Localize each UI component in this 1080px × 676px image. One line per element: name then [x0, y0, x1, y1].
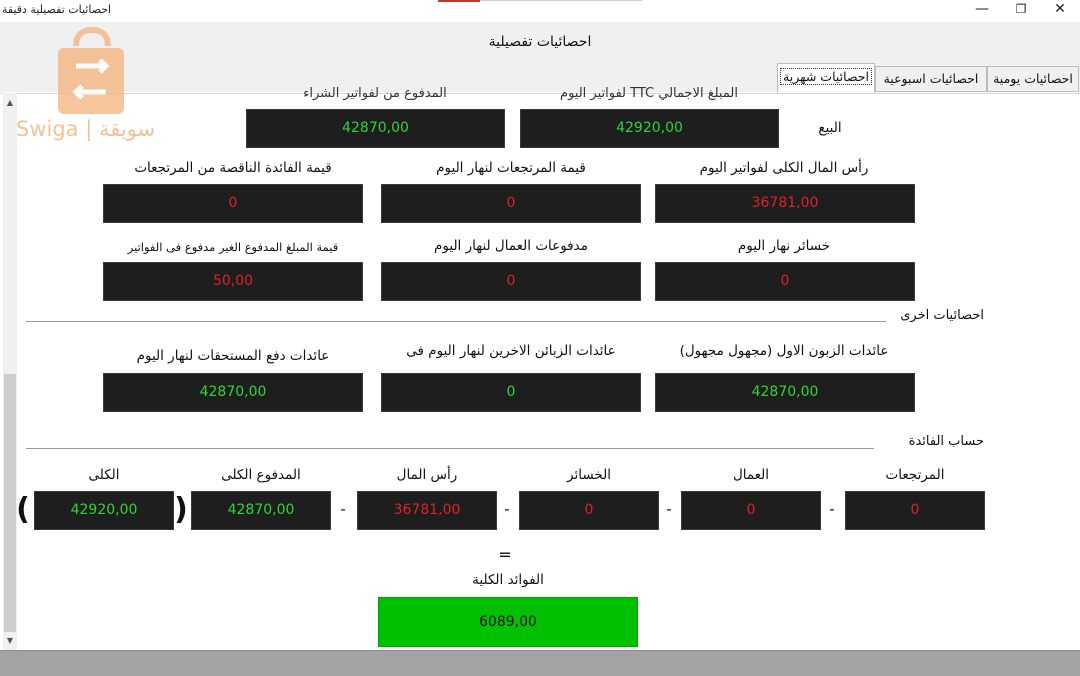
net-profit-label: الفوائد الكلية — [472, 572, 544, 588]
first-customer-value: 42870,00 — [655, 373, 915, 412]
tab-monthly-label: احصائيات شهرية — [780, 68, 872, 85]
purchase-paid-label: المدفوع من لفواتير الشراء — [303, 86, 447, 101]
calc-total-value: 42920,00 — [34, 491, 174, 530]
open-paren: ( — [16, 492, 30, 527]
scrollbar-thumb[interactable] — [4, 374, 16, 632]
returns-label: قيمة المرتجعات لنهار اليوم — [436, 160, 586, 176]
title-bar: احصائيات تفصيلية دقيقة — ❐ ✕ — [0, 0, 1080, 22]
other-stats-title: احصائيات اخرى — [900, 308, 984, 323]
total-ttc-value: 42920,00 — [520, 109, 779, 148]
calc-total-label: الكلى — [88, 467, 120, 483]
status-bar — [0, 650, 1080, 676]
purchase-paid-value: 42870,00 — [246, 109, 505, 148]
net-profit-value: 6089,00 — [378, 597, 638, 647]
workers-value: 0 — [381, 262, 641, 301]
scroll-up-icon[interactable]: ▲ — [3, 96, 17, 110]
close-button[interactable]: ✕ — [1042, 0, 1078, 20]
tab-monthly[interactable]: احصائيات شهرية — [777, 63, 875, 93]
watermark-text: Swiga | سويقة — [16, 117, 156, 141]
minus-sign: - — [829, 500, 835, 518]
total-ttc-label: المبلغ الاجمالي TTC لفواتير اليوم — [560, 86, 738, 101]
minus-sign: - — [504, 500, 510, 518]
accent-strip — [438, 0, 480, 2]
returns-profit-label: قيمة الفائدة الناقصة من المرتجعات — [134, 160, 332, 176]
scroll-down-icon[interactable]: ▼ — [3, 634, 17, 648]
sales-label: البيع — [818, 120, 842, 136]
calc-workers-value: 0 — [681, 491, 821, 530]
calc-losses-value: 0 — [519, 491, 659, 530]
other-customers-label: عائدات الزبائن الاخرين لنهار اليوم فى — [406, 343, 616, 359]
divider-profit-calc — [26, 448, 874, 449]
divider-other-stats — [26, 321, 886, 322]
capital-value: 36781,00 — [655, 184, 915, 223]
capital-label: رأس المال الكلى لفواتير اليوم — [699, 160, 869, 176]
dues-label: عائدات دفع المستحقات لنهار اليوم — [136, 348, 330, 364]
losses-value: 0 — [655, 262, 915, 301]
restore-button[interactable]: ❐ — [1003, 0, 1039, 20]
calc-capital-label: رأس المال — [396, 467, 458, 483]
unpaid-label: قيمة المبلغ المدفوع الغير مدفوع فى الفوا… — [127, 240, 339, 254]
tab-daily[interactable]: احصائيات يومية — [987, 66, 1079, 92]
app-window: احصائيات تفصيلية دقيقة — ❐ ✕ احصائيات تف… — [0, 0, 1080, 676]
minus-sign: - — [340, 500, 346, 518]
other-customers-value: 0 — [381, 373, 641, 412]
minimize-button[interactable]: — — [964, 0, 1000, 20]
accent-strip-line — [480, 0, 642, 1]
tab-weekly[interactable]: احصائيات اسبوعية — [875, 66, 987, 92]
calc-paid-total-value: 42870,00 — [191, 491, 331, 530]
equals-sign: = — [498, 545, 512, 564]
calc-workers-label: العمال — [732, 467, 770, 483]
calc-losses-label: الخسائر — [567, 467, 611, 483]
stats-panel — [0, 93, 1080, 650]
tab-weekly-label: احصائيات اسبوعية — [883, 71, 979, 86]
unpaid-value: 50,00 — [103, 262, 363, 301]
minus-sign: - — [666, 500, 672, 518]
tab-daily-label: احصائيات يومية — [993, 71, 1073, 86]
losses-label: خسائر نهار اليوم — [737, 238, 831, 254]
window-title: احصائيات تفصيلية دقيقة — [2, 3, 112, 16]
workers-label: مدفوعات العمال لنهار اليوم — [434, 238, 588, 254]
first-customer-label: عائدات الزبون الاول (مجهول مجهول) — [679, 343, 889, 359]
dues-value: 42870,00 — [103, 373, 363, 412]
profit-calc-title: حساب الفائدة — [908, 434, 984, 449]
close-paren: ) — [174, 492, 188, 527]
calc-capital-value: 36781,00 — [357, 491, 497, 530]
calc-returns-value: 0 — [845, 491, 985, 530]
returns-profit-value: 0 — [103, 184, 363, 223]
calc-paid-total-label: المدفوع الكلى — [221, 467, 301, 483]
returns-value: 0 — [381, 184, 641, 223]
calc-returns-label: المرتجعات — [885, 467, 945, 483]
